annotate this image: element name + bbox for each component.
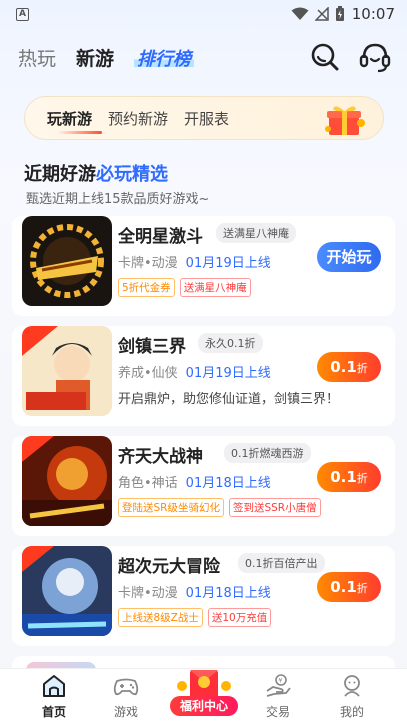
game-card[interactable]: 剑镇三界 永久0.1折 养成•仙侠 01月19日上线 开启鼎炉，助您修仙证道，剑镇…: [12, 326, 395, 426]
game-thumbnail[interactable]: [22, 546, 112, 636]
gift-box-icon: [325, 106, 365, 135]
play-button[interactable]: 开始玩: [317, 242, 381, 272]
nav-label: 福利中心: [170, 696, 238, 716]
nav-profile[interactable]: 我的: [322, 673, 382, 720]
discount-unit: 折: [356, 472, 368, 485]
game-meta: 角色•神话 01月18日上线: [118, 472, 271, 491]
discount-button[interactable]: 0.1折: [317, 572, 381, 602]
sub-tab-banner: 玩新游 预约新游 开服表: [24, 96, 384, 140]
top-tab-bar: 热玩 新游 排行榜: [18, 44, 195, 71]
section-subtitle: 甄选近期上线15款品质好游戏~: [26, 192, 210, 207]
game-tags: 5折代金券 送满星八神庵: [118, 278, 251, 297]
nav-label: 我的: [339, 705, 364, 719]
game-tag: 上线送8级Z战士: [118, 608, 203, 627]
game-category: 卡牌•动漫: [118, 256, 178, 271]
game-thumbnail[interactable]: [22, 216, 112, 306]
game-tag: 登陆送SR级坐骑幻化: [118, 498, 224, 517]
profile-icon: [344, 675, 360, 697]
customer-service-icon[interactable]: [358, 40, 392, 74]
tab-new-games[interactable]: 新游: [76, 44, 114, 71]
battery-icon: [336, 6, 344, 21]
status-icons: [291, 6, 345, 22]
game-name[interactable]: 全明星激斗: [118, 222, 203, 247]
game-meta: 养成•仙侠 01月19日上线: [118, 362, 271, 381]
game-description: 开启鼎炉，助您修仙证道，剑镇三界！: [118, 392, 340, 407]
discount-button[interactable]: 0.1折: [317, 462, 381, 492]
nav-home[interactable]: 首页: [24, 673, 84, 720]
game-badge: 0.1折燃魂西游: [224, 443, 311, 463]
home-icon: [43, 675, 65, 697]
nav-label: 首页: [41, 705, 66, 719]
game-category: 卡牌•动漫: [118, 586, 178, 601]
discount-unit: 折: [356, 362, 368, 375]
tab-hot[interactable]: 热玩: [18, 44, 56, 71]
no-signal-icon: [315, 7, 329, 21]
game-thumbnail[interactable]: [22, 326, 112, 416]
game-category: 角色•神话: [118, 476, 178, 491]
svg-text:¥: ¥: [279, 678, 283, 685]
tab-ranking[interactable]: 排行榜: [134, 45, 195, 71]
search-icon[interactable]: [308, 40, 342, 74]
game-badge: 永久0.1折: [198, 333, 263, 353]
discount-value: 0.1: [330, 358, 357, 376]
subtab-reserve-new[interactable]: 预约新游: [108, 108, 168, 129]
game-card[interactable]: 超次元大冒险 0.1折百倍产出 卡牌•动漫 01月18日上线 上线送8级Z战士 送…: [12, 546, 395, 646]
nav-games[interactable]: 游戏: [96, 673, 156, 720]
nav-trade[interactable]: ¥ 交易: [248, 673, 308, 720]
game-release-date: 01月19日上线: [185, 256, 271, 271]
section-title: 近期好游必玩精选: [24, 160, 168, 186]
wifi-icon: [291, 7, 309, 20]
game-name[interactable]: 剑镇三界: [118, 332, 186, 357]
game-name[interactable]: 超次元大冒险: [118, 552, 220, 577]
game-tag: 签到送SSR小唐僧: [228, 498, 321, 517]
game-badge: 0.1折百倍产出: [238, 553, 325, 573]
discount-value: 0.1: [330, 578, 357, 596]
game-release-date: 01月19日上线: [185, 366, 271, 381]
trade-icon: ¥: [266, 674, 291, 697]
game-badge: 送满星八神庵: [216, 223, 296, 243]
discount-unit: 折: [356, 582, 368, 595]
game-tag: 5折代金券: [118, 278, 175, 297]
section-title-highlight: 必玩精选: [96, 164, 168, 185]
gamepad-icon: [113, 678, 139, 696]
subtab-server-schedule[interactable]: 开服表: [184, 108, 229, 129]
game-release-date: 01月18日上线: [185, 586, 271, 601]
game-card[interactable]: 齐天大战神 0.1折燃魂西游 角色•神话 01月18日上线 登陆送SR级坐骑幻化 …: [12, 436, 395, 536]
discount-value: 0.1: [330, 468, 357, 486]
discount-button[interactable]: 0.1折: [317, 352, 381, 382]
game-release-date: 01月18日上线: [185, 476, 271, 491]
notification-a-icon: A: [16, 8, 29, 21]
game-meta: 卡牌•动漫 01月18日上线: [118, 582, 271, 601]
game-tag: 送10万充值: [207, 608, 272, 627]
game-thumbnail[interactable]: [22, 436, 112, 526]
game-category: 养成•仙侠: [118, 366, 178, 381]
nav-label: 游戏: [113, 705, 138, 719]
subtab-play-new[interactable]: 玩新游: [47, 108, 103, 134]
status-time: 10:07: [351, 5, 395, 23]
status-bar: A 10:07: [0, 0, 407, 30]
game-tags: 登陆送SR级坐骑幻化 签到送SSR小唐僧: [118, 498, 321, 517]
game-name[interactable]: 齐天大战神: [118, 442, 203, 467]
game-tag: 送满星八神庵: [179, 278, 251, 297]
nav-welfare-center[interactable]: 福利中心: [168, 662, 240, 720]
game-meta: 卡牌•动漫 01月19日上线: [118, 252, 271, 271]
game-card[interactable]: 全明星激斗 送满星八神庵 卡牌•动漫 01月19日上线 5折代金券 送满星八神庵 …: [12, 216, 395, 316]
nav-label: 交易: [265, 705, 290, 719]
game-tags: 上线送8级Z战士 送10万充值: [118, 608, 272, 627]
section-title-main: 近期好游: [24, 164, 96, 185]
